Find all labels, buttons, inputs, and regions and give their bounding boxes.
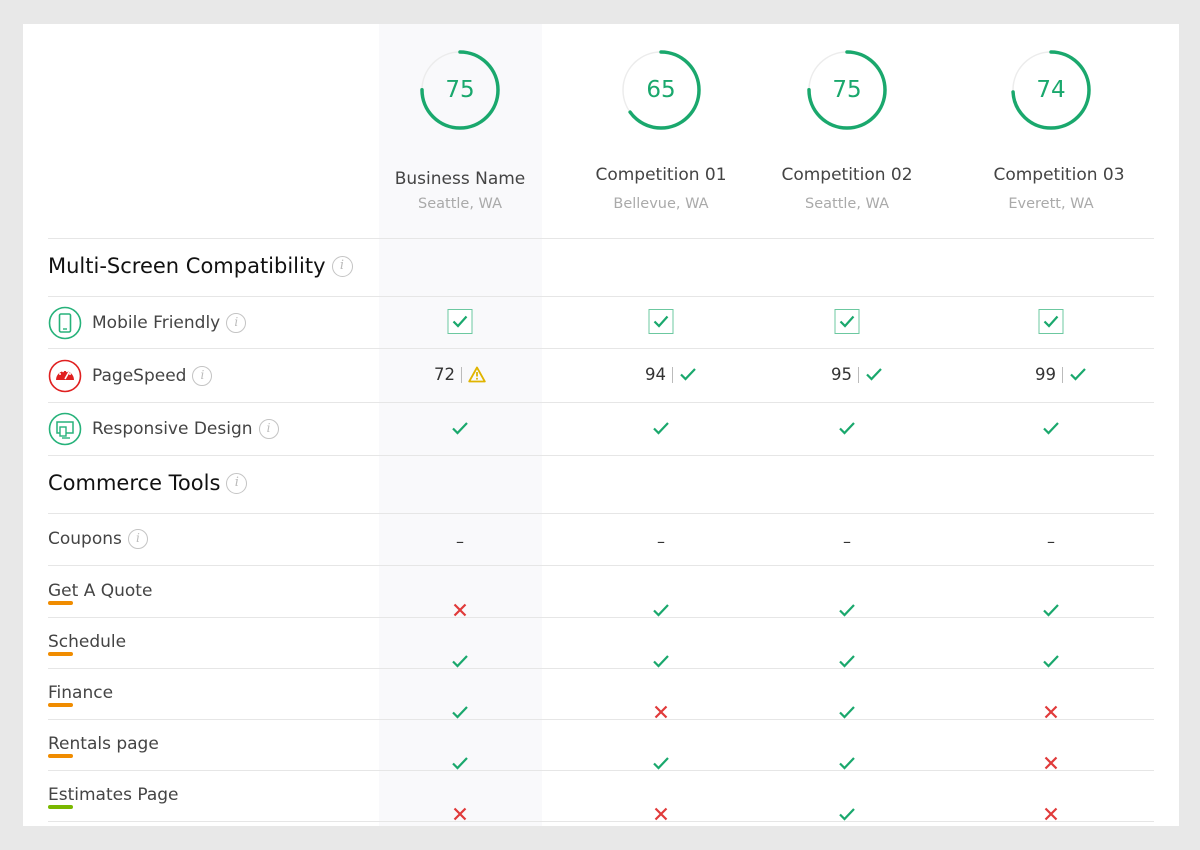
check-icon	[451, 653, 469, 674]
check-icon	[451, 755, 469, 776]
check-icon	[1042, 653, 1060, 674]
check-icon	[652, 755, 670, 776]
check-icon	[838, 653, 856, 674]
cross-icon	[451, 602, 469, 623]
check-icon	[1042, 602, 1060, 623]
check-icon	[838, 806, 856, 826]
check-icon	[451, 704, 469, 725]
cross-icon	[1042, 755, 1060, 776]
check-icon	[838, 704, 856, 725]
comparison-card: 75 65 75 74 Business Name Seattle, WA Co…	[23, 24, 1179, 826]
cross-icon	[652, 704, 670, 725]
check-icon	[838, 755, 856, 776]
check-icon	[652, 602, 670, 623]
cross-icon	[1042, 704, 1060, 725]
cross-icon	[451, 806, 469, 826]
check-icon	[652, 653, 670, 674]
check-icon	[838, 602, 856, 623]
cross-icon	[652, 806, 670, 826]
cross-icon	[1042, 806, 1060, 826]
commerce-status-values	[23, 24, 1179, 826]
